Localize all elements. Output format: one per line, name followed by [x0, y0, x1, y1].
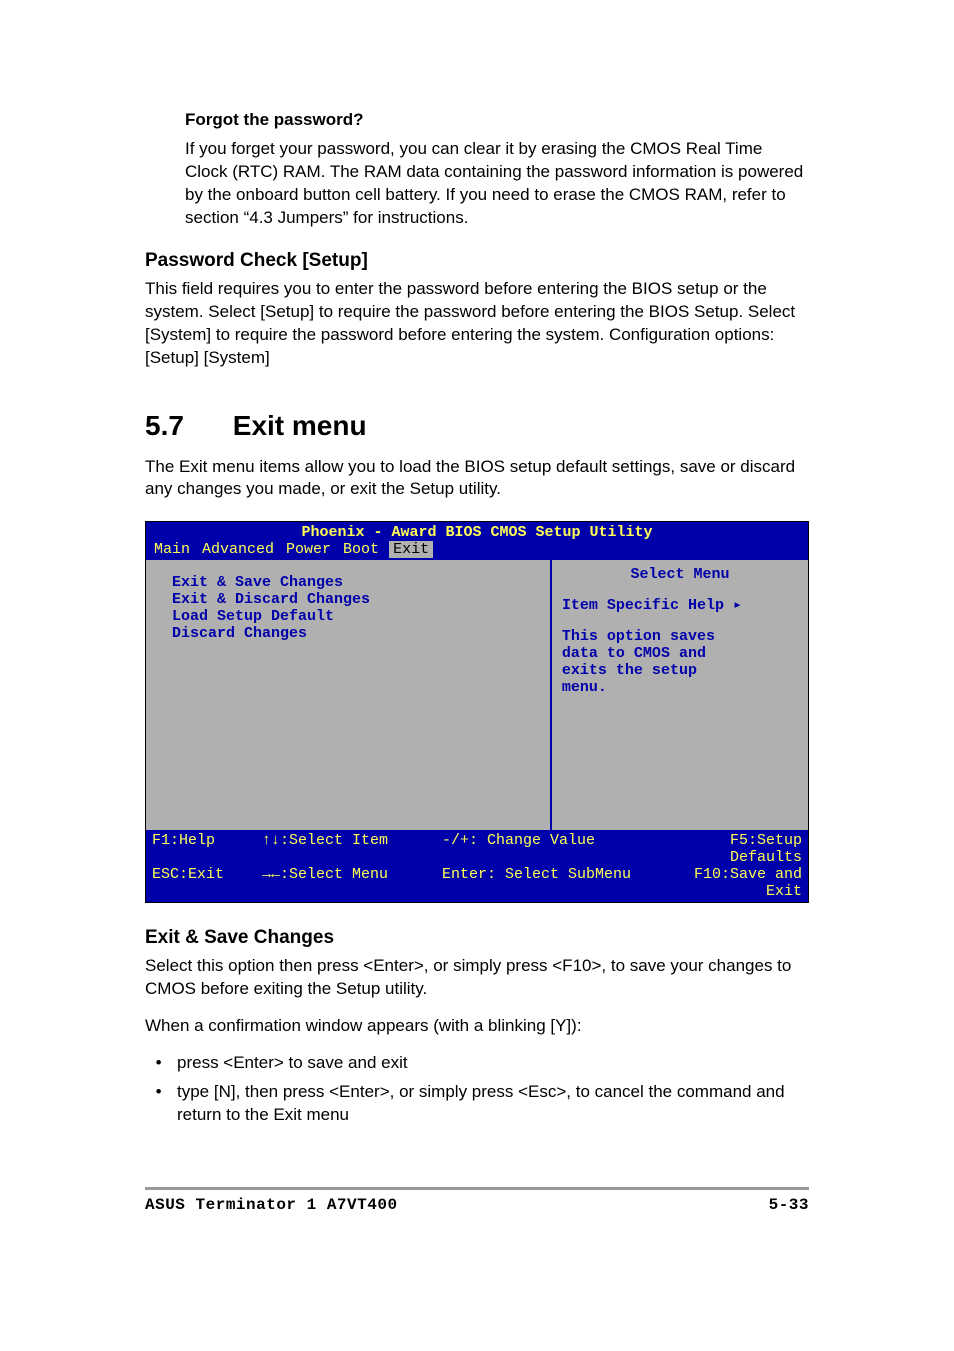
exit-save-list: press <Enter> to save and exit type [N],…	[171, 1052, 809, 1127]
bios-item-exit-save[interactable]: Exit & Save Changes	[172, 574, 538, 591]
tab-power[interactable]: Power	[284, 541, 333, 558]
bios-body: Exit & Save Changes Exit & Discard Chang…	[146, 560, 808, 830]
bios-footer-change-value: -/+: Change Value	[442, 832, 662, 866]
bios-item-discard[interactable]: Discard Changes	[172, 625, 538, 642]
bios-menu-bar: Main Advanced Power Boot Exit	[146, 541, 808, 560]
bios-footer: F1:Help ↑↓:Select Item -/+: Change Value…	[146, 830, 808, 902]
bios-footer-f10: F10:Save and Exit	[662, 866, 802, 900]
bios-footer-f5: F5:Setup Defaults	[662, 832, 802, 866]
bios-item-load-default[interactable]: Load Setup Default	[172, 608, 538, 625]
tab-exit[interactable]: Exit	[389, 541, 433, 558]
forgot-password-text: If you forget your password, you can cle…	[185, 138, 809, 230]
bios-title-bar: Phoenix - Award BIOS CMOS Setup Utility	[146, 522, 808, 541]
bios-footer-enter: Enter: Select SubMenu	[442, 866, 662, 900]
password-check-heading: Password Check [Setup]	[145, 250, 809, 272]
tab-boot[interactable]: Boot	[341, 541, 381, 558]
section-heading: 5.7 Exit menu	[145, 410, 809, 442]
exit-menu-intro: The Exit menu items allow you to load th…	[145, 456, 809, 502]
exit-save-p1: Select this option then press <Enter>, o…	[145, 955, 809, 1001]
section-number: 5.7	[145, 410, 225, 442]
tab-main[interactable]: Main	[152, 541, 192, 558]
tab-advanced[interactable]: Advanced	[200, 541, 276, 558]
bios-help-line: data to CMOS and	[562, 645, 798, 662]
list-item: type [N], then press <Enter>, or simply …	[171, 1081, 809, 1127]
section-title: Exit menu	[233, 410, 367, 441]
bios-right-title: Select Menu	[562, 566, 798, 583]
bios-footer-select-item: ↑↓:Select Item	[262, 832, 442, 866]
footer-page-number: 5-33	[769, 1196, 809, 1214]
bios-item-exit-discard[interactable]: Exit & Discard Changes	[172, 591, 538, 608]
bios-left-panel: Exit & Save Changes Exit & Discard Chang…	[146, 560, 550, 830]
page-footer: ASUS Terminator 1 A7VT400 5-33	[145, 1187, 809, 1214]
bios-right-panel: Select Menu Item Specific Help This opti…	[550, 560, 808, 830]
bios-footer-select-menu: →←:Select Menu	[262, 866, 442, 900]
footer-product: ASUS Terminator 1 A7VT400	[145, 1196, 398, 1214]
list-item: press <Enter> to save and exit	[171, 1052, 809, 1075]
exit-save-heading: Exit & Save Changes	[145, 927, 809, 949]
password-check-text: This field requires you to enter the pas…	[145, 278, 809, 370]
bios-help-label: Item Specific Help	[562, 595, 798, 614]
bios-help-line: menu.	[562, 679, 798, 696]
bios-help-line: exits the setup	[562, 662, 798, 679]
bios-footer-esc: ESC:Exit	[152, 866, 262, 900]
bios-title: Phoenix - Award BIOS CMOS Setup Utility	[301, 524, 652, 541]
forgot-password-heading: Forgot the password?	[185, 110, 809, 130]
bios-footer-f1: F1:Help	[152, 832, 262, 866]
bios-screenshot: Phoenix - Award BIOS CMOS Setup Utility …	[145, 521, 809, 903]
bios-help-line: This option saves	[562, 628, 798, 645]
exit-save-p2: When a confirmation window appears (with…	[145, 1015, 809, 1038]
